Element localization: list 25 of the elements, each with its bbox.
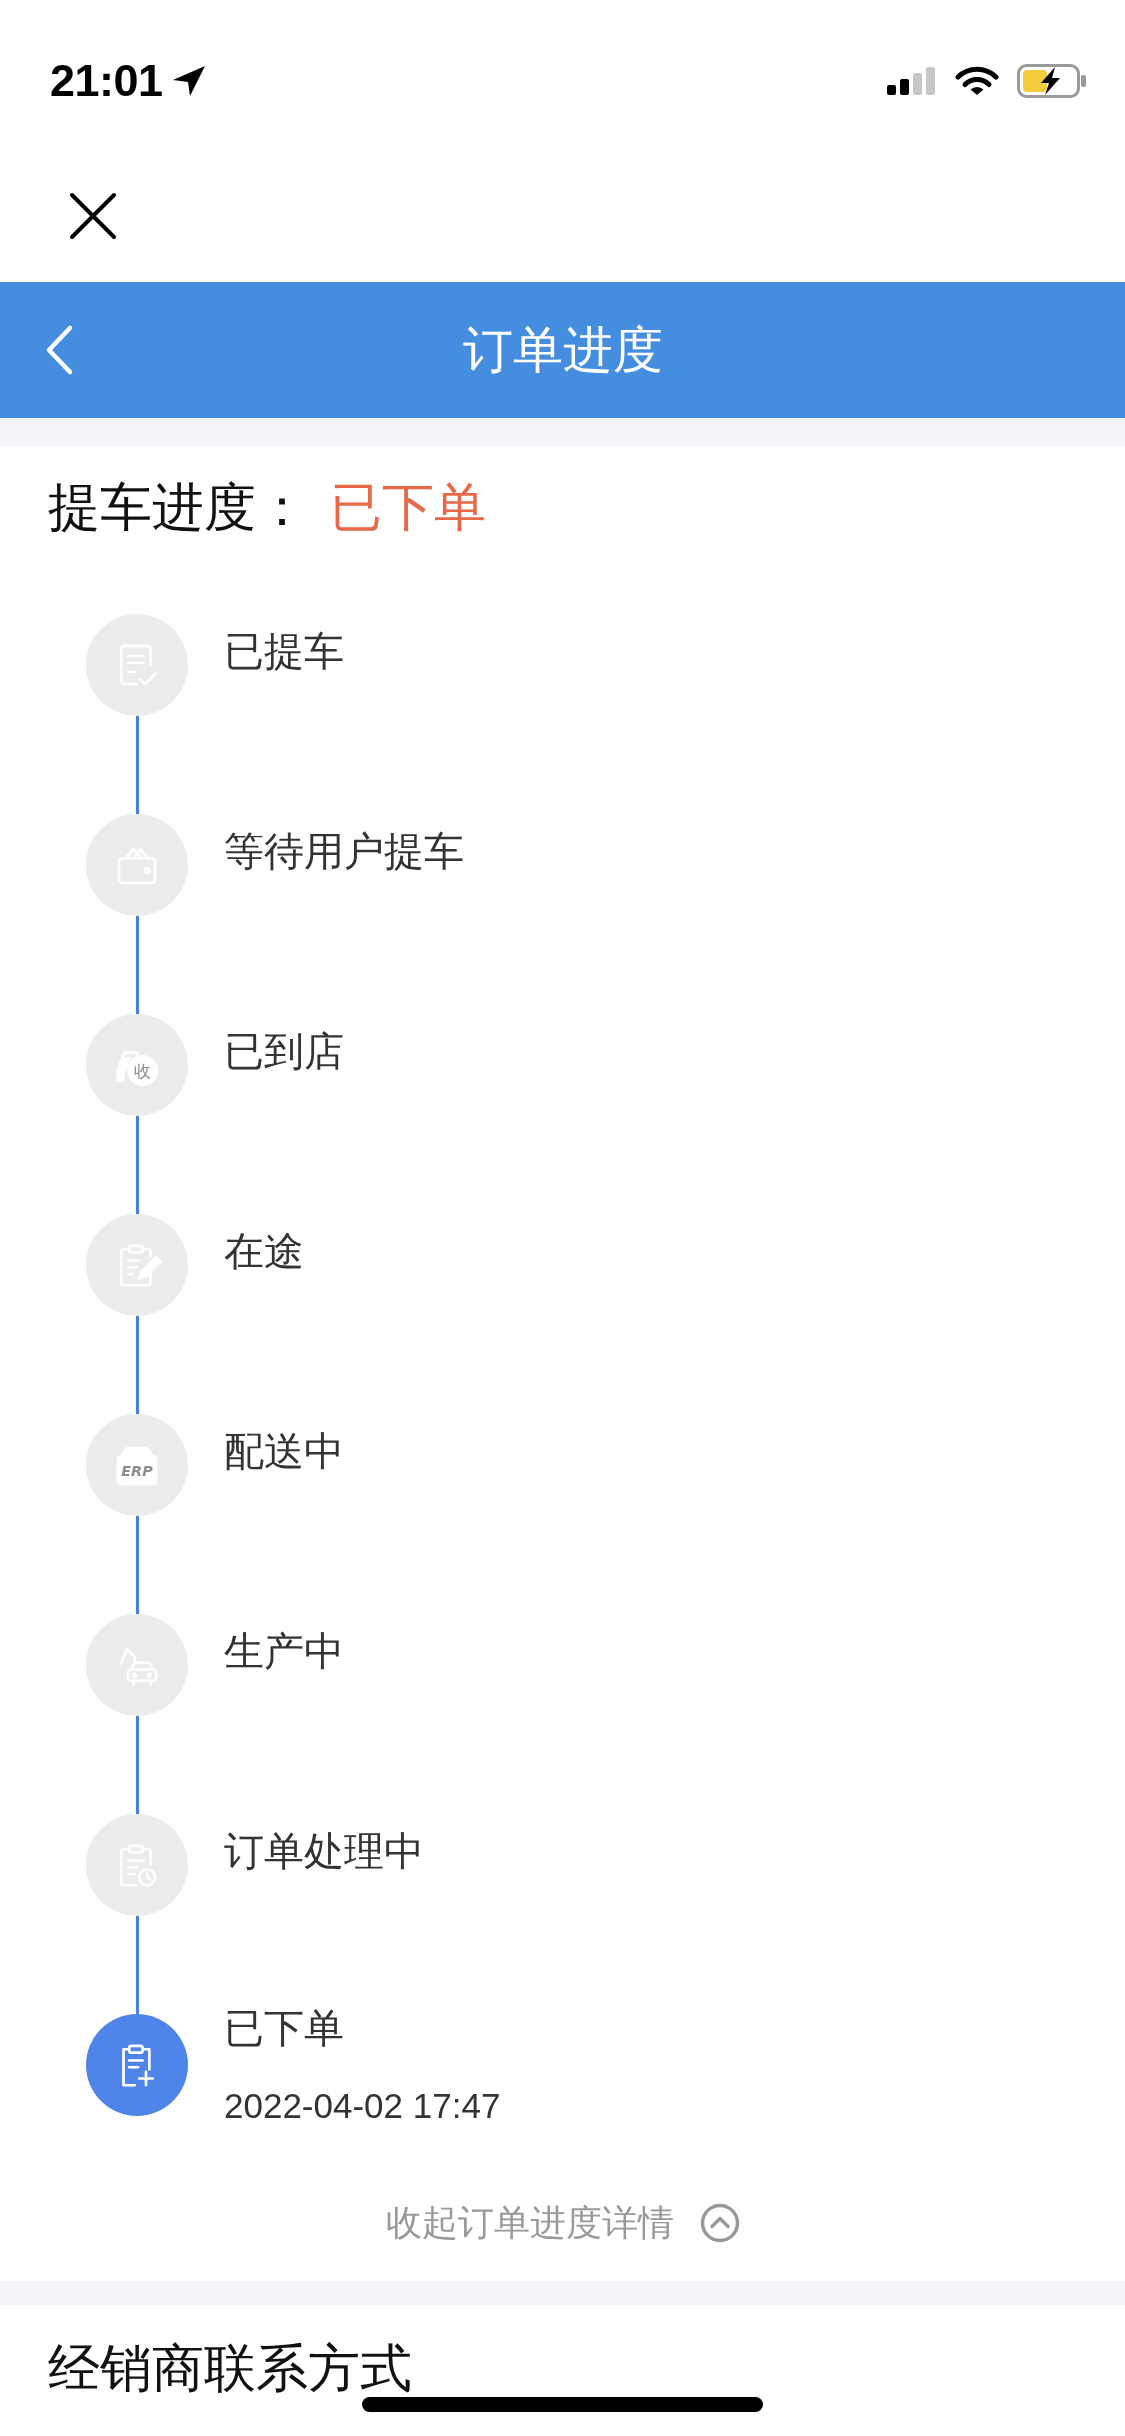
step-label: 生产中 (224, 1627, 344, 1675)
step-label: 已到店 (224, 1027, 344, 1075)
step-label: 已提车 (224, 627, 344, 675)
close-icon (69, 192, 117, 240)
chevron-up-icon (699, 2203, 740, 2243)
progress-label: 提车进度： (48, 477, 308, 537)
status-time: 21:01 (50, 55, 163, 107)
collapse-button[interactable]: 收起订单进度详情 (385, 2199, 740, 2247)
back-button[interactable] (44, 324, 74, 376)
step-time: 2022-04-02 17:47 (224, 2086, 501, 2126)
step-label: 已下单 (224, 2004, 344, 2052)
step-label: 订单处理中 (224, 1827, 424, 1875)
progress-status: 已下单 (330, 477, 486, 537)
car-stamp-icon: 收 (86, 1014, 188, 1116)
page-title: 订单进度 (462, 320, 663, 380)
back-icon (44, 324, 74, 376)
wifi-icon (955, 65, 999, 97)
close-button[interactable] (69, 192, 117, 240)
box-icon: ERP (86, 1414, 188, 1516)
signal-icon (887, 67, 937, 95)
step-label: 等待用户提车 (224, 827, 464, 875)
section-title: 经销商联系方式 (48, 2341, 412, 2395)
battery-charging-icon (1017, 64, 1087, 98)
step-label: 配送中 (224, 1427, 344, 1475)
step-label: 在途 (224, 1227, 304, 1275)
